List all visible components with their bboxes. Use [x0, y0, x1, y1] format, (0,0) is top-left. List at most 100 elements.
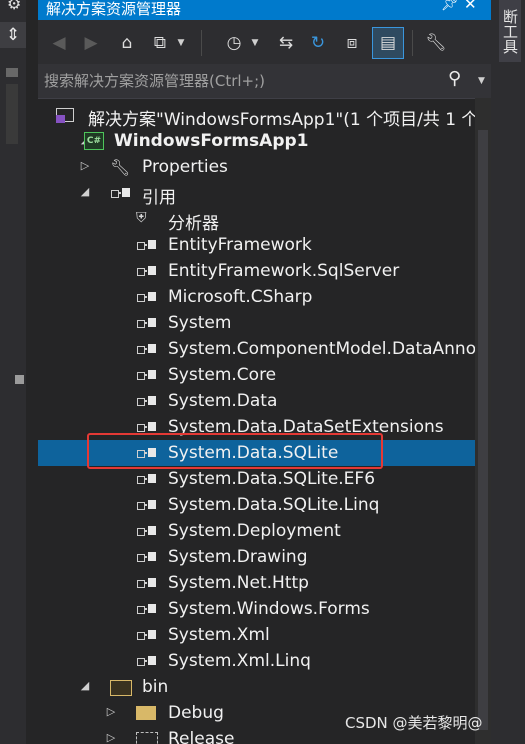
tree-item[interactable]: System.Deployment [38, 518, 475, 544]
search-icon[interactable]: ⚲ [448, 68, 461, 89]
tree-item-label: 解决方案"WindowsFormsApp1"(1 个项目/共 1 个) [88, 110, 486, 130]
collapsed-arrow-icon[interactable]: ▷ [104, 731, 118, 744]
folder-dashed-icon [136, 732, 158, 744]
references-icon [110, 184, 130, 202]
collapsed-arrow-icon[interactable]: ▷ [104, 705, 118, 718]
analyzer-icon: ⛨ [136, 210, 147, 226]
reference-icon [136, 574, 156, 592]
reference-icon [136, 470, 156, 488]
tree-item-label: System.Core [168, 365, 277, 385]
collapse-all-icon[interactable]: ⧈ [340, 30, 364, 56]
wrench-icon[interactable]: 🔧︎ [424, 30, 448, 56]
reference-icon [136, 548, 156, 566]
left-scroll-track [6, 84, 18, 144]
tree-item[interactable]: Microsoft.CSharp [38, 284, 475, 310]
tree-item-label: System.Deployment [168, 521, 341, 541]
tree-item[interactable]: ▷ 🔧︎ Properties [38, 154, 475, 180]
collapsed-arrow-icon[interactable]: ▷ [78, 159, 92, 172]
reference-icon [136, 652, 156, 670]
annotation-highlight-box [87, 433, 383, 469]
tree-item[interactable]: System.Windows.Forms [38, 596, 475, 622]
home-icon[interactable]: ⌂ [115, 30, 139, 56]
tree-item[interactable]: System.Data.SQLite.Linq [38, 492, 475, 518]
tree-item[interactable]: 解决方案"WindowsFormsApp1"(1 个项目/共 1 个) [38, 102, 485, 130]
tree-item[interactable]: System.Core [38, 362, 475, 388]
reference-icon [136, 236, 156, 254]
toolbar-separator [201, 30, 202, 56]
folder-open-icon [110, 680, 132, 696]
reference-icon [136, 262, 156, 280]
expanded-arrow-icon[interactable]: ◢ [78, 679, 92, 692]
right-dock-tab[interactable]: 断工具 [499, 0, 521, 62]
switch-views-dropdown-icon[interactable]: ▼ [175, 30, 187, 56]
tree-item-label: System.Windows.Forms [168, 599, 370, 619]
pin-icon[interactable]: 📌︎ [441, 0, 459, 12]
panel-title: 解决方案资源管理器 [46, 0, 182, 18]
tree-item-label: 引用 [142, 188, 176, 208]
reference-icon [136, 288, 156, 306]
tree-item-label: Properties [142, 157, 228, 177]
tree-item-label: System.ComponentModel.DataAnnotations [168, 339, 491, 359]
tree-item[interactable]: System.Data [38, 388, 475, 414]
close-icon[interactable]: ✕ [464, 0, 477, 13]
expanded-arrow-icon[interactable]: ◢ [78, 185, 92, 198]
reference-icon [136, 366, 156, 384]
left-scroll-thumb[interactable] [6, 68, 18, 77]
forward-icon[interactable]: ▶ [80, 30, 102, 56]
tree-item-label: 分析器 [168, 214, 219, 234]
reference-icon [136, 392, 156, 410]
tree-item[interactable]: System.ComponentModel.DataAnnotations [38, 336, 491, 362]
reference-icon [136, 522, 156, 540]
show-all-files-icon[interactable]: ▤ [372, 27, 404, 59]
sync-with-active-document-icon[interactable]: ⇆ [274, 30, 298, 56]
tree-item-label: EntityFramework [168, 235, 312, 255]
tree-item[interactable]: System.Net.Http [38, 570, 475, 596]
back-icon[interactable]: ◀ [48, 30, 70, 56]
reference-icon [136, 314, 156, 332]
tree-item-label: System.Xml.Linq [168, 651, 311, 671]
tree-item-label: Debug [168, 703, 224, 723]
reference-icon [136, 496, 156, 514]
gear-icon[interactable]: ⚙ [7, 0, 21, 13]
folder-icon [136, 706, 156, 720]
tree-item-label: Release [168, 729, 235, 744]
tree-item-label: System.Xml [168, 625, 270, 645]
tree-item[interactable]: System.Data.SQLite.EF6 [38, 466, 475, 492]
tree-scrollbar[interactable] [475, 98, 491, 744]
refresh-icon[interactable]: ↻ [306, 30, 330, 56]
dock-marker-icon [15, 375, 24, 384]
tree-scroll-thumb[interactable] [478, 130, 488, 730]
search-input[interactable] [44, 70, 434, 92]
toolbar: ◀ ▶ ⌂ ⧉ ▼ ◷ ▼ ⇆ ↻ ⧈ ▤ 🔧︎ [38, 20, 491, 64]
tree-item[interactable]: ◢ bin [38, 674, 475, 700]
tree-item-label: System.Net.Http [168, 573, 309, 593]
tree-item[interactable]: EntityFramework.SqlServer [38, 258, 475, 284]
reference-icon [136, 340, 156, 358]
csharp-project-icon: C# [84, 132, 104, 150]
tree-item[interactable]: ⛨ 分析器 [38, 206, 475, 234]
tree-item[interactable]: System.Drawing [38, 544, 475, 570]
left-dock-strip: ⚙ ⇕ [0, 0, 26, 744]
reference-icon [136, 600, 156, 618]
tree-item[interactable]: System [38, 310, 475, 336]
solution-tree: 解决方案"WindowsFormsApp1"(1 个项目/共 1 个) ◢ C# Wi… [38, 98, 491, 744]
right-dock-strip [491, 0, 525, 744]
tree-item-label: bin [142, 677, 169, 697]
tree-item[interactable]: ◢ 引用 [38, 180, 475, 208]
pending-changes-dropdown-icon[interactable]: ▼ [249, 30, 261, 56]
pending-changes-filter-icon[interactable]: ◷ [222, 30, 246, 56]
wrench-icon: 🔧︎ [110, 158, 131, 177]
splitter-icon[interactable]: ⇕ [0, 22, 26, 48]
tree-item-label: EntityFramework.SqlServer [168, 261, 400, 281]
watermark: CSDN @美若黎明@ [345, 714, 483, 732]
tree-item[interactable]: EntityFramework [38, 232, 475, 258]
tree-item-label: System.Data [168, 391, 278, 411]
tree-item-label: System [168, 313, 232, 333]
tree-item[interactable]: System.Xml [38, 622, 475, 648]
tree-item[interactable]: ◢C#WindowsFormsApp1 [38, 128, 475, 154]
solution-icon [56, 106, 76, 124]
reference-icon [136, 626, 156, 644]
search-options-dropdown-icon[interactable]: ▼ [478, 76, 485, 86]
switch-views-icon[interactable]: ⧉ [148, 30, 172, 56]
tree-item[interactable]: System.Xml.Linq [38, 648, 475, 674]
